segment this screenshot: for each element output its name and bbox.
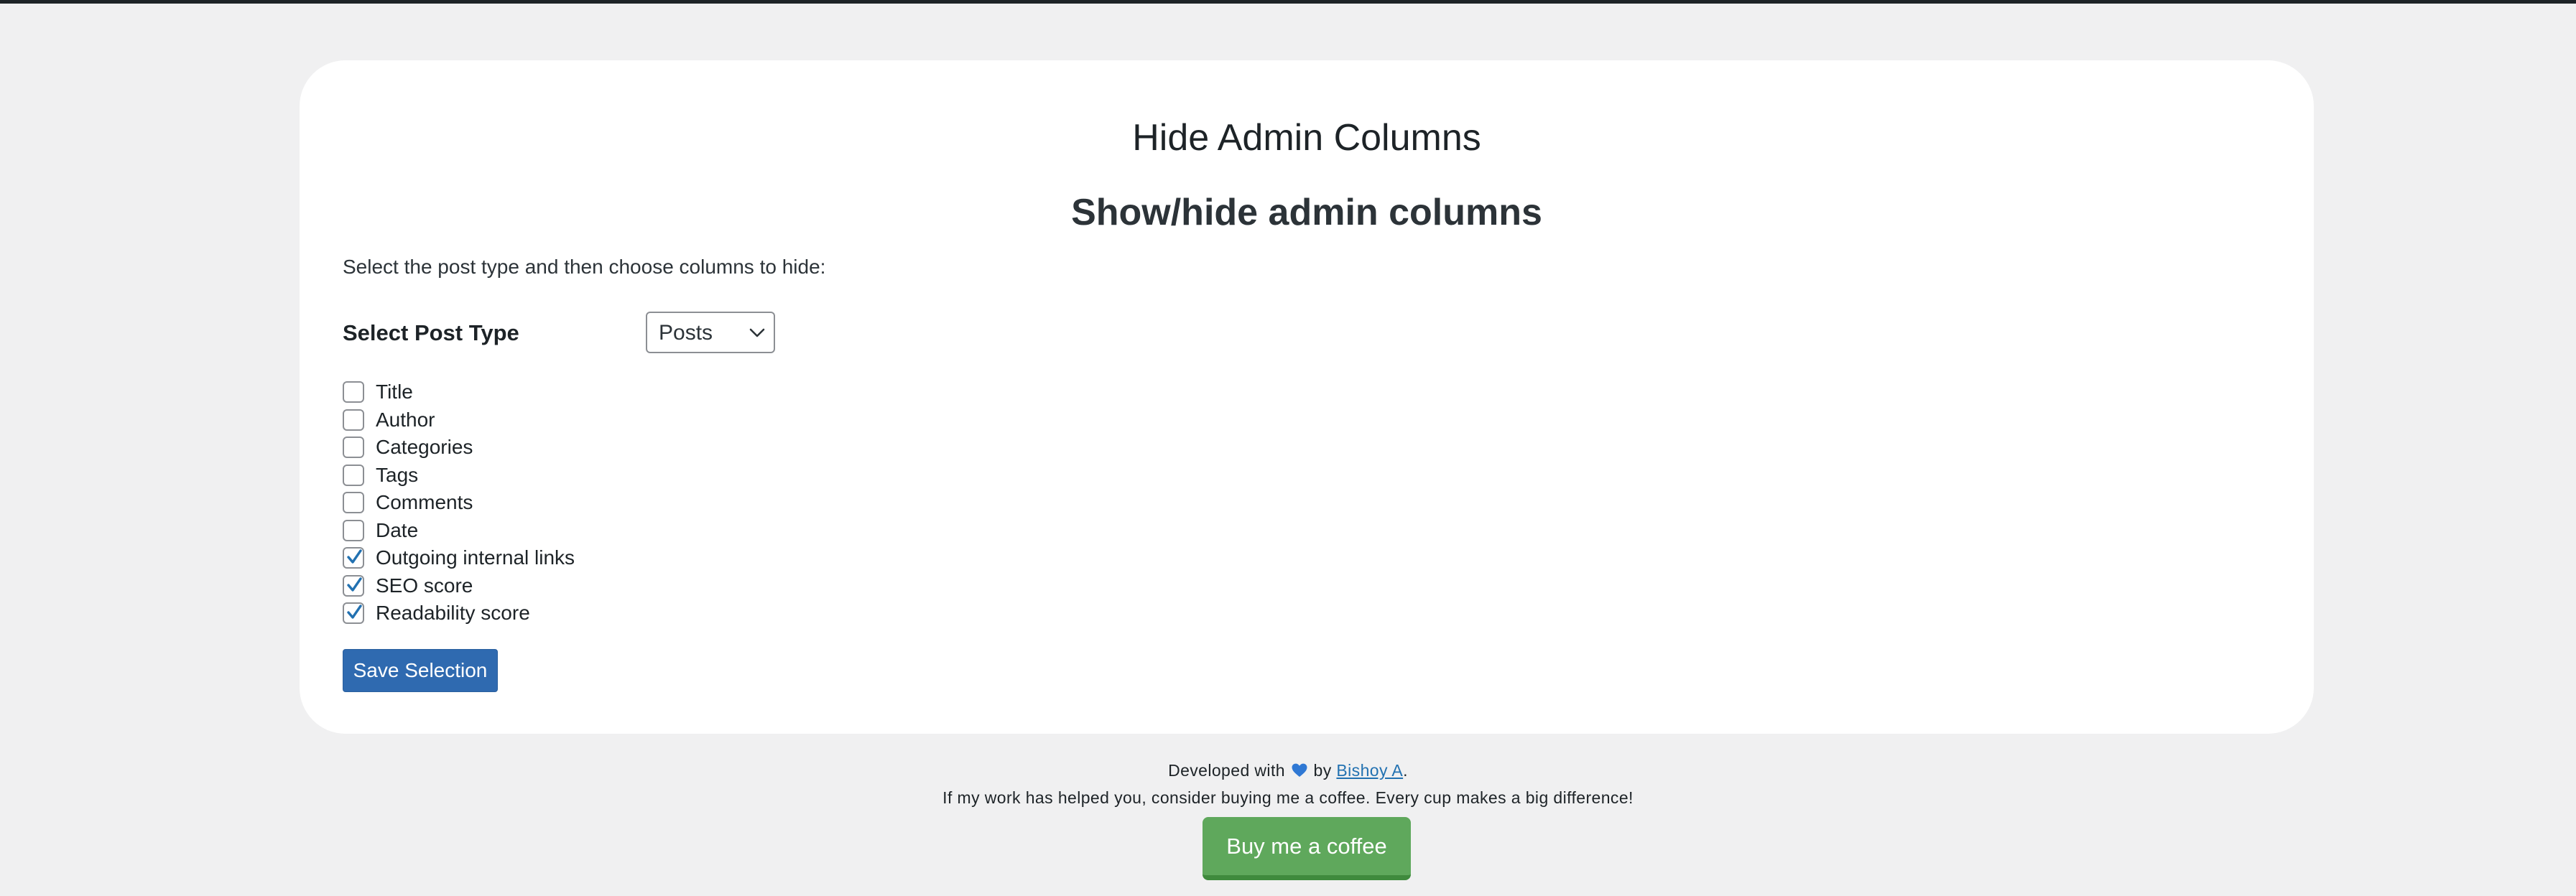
column-checkbox[interactable]: [343, 409, 364, 431]
column-checkbox[interactable]: [343, 574, 364, 597]
footer-developed-text: Developed with: [1168, 761, 1285, 780]
column-label: SEO score: [376, 574, 473, 597]
footer-support-text: If my work has helped you, consider buyi…: [942, 788, 1634, 807]
top-border: [0, 0, 2576, 4]
checkmark-icon: [347, 605, 362, 619]
section-title: Show/hide admin columns: [1071, 192, 1542, 233]
column-checkbox[interactable]: [343, 602, 364, 625]
buy-coffee-button[interactable]: Buy me a coffee: [1203, 817, 1411, 880]
column-label: Outgoing internal links: [376, 546, 575, 569]
column-label: Tags: [376, 463, 419, 486]
footer-credit: Developed with by Bishoy A.: [0, 760, 2576, 781]
column-option[interactable]: Categories: [343, 434, 575, 462]
column-checkbox[interactable]: [343, 381, 364, 403]
heart-icon: [1292, 763, 1307, 777]
column-option[interactable]: Author: [343, 406, 575, 434]
column-option[interactable]: Outgoing internal links: [343, 544, 575, 572]
footer-period: .: [1403, 761, 1408, 780]
column-checkbox[interactable]: [343, 519, 364, 541]
author-link[interactable]: Bishoy A: [1336, 761, 1403, 780]
column-label: Categories: [376, 436, 473, 459]
column-option[interactable]: SEO score: [343, 572, 575, 600]
chevron-down-icon: [749, 328, 765, 337]
column-checkbox[interactable]: [343, 492, 364, 514]
instructions-text: Select the post type and then choose col…: [343, 256, 826, 278]
columns-checklist: Title Author Categories Tags Comments Date Out…: [343, 378, 575, 627]
column-option[interactable]: Date: [343, 517, 575, 545]
column-option[interactable]: Title: [343, 378, 575, 406]
column-option[interactable]: Readability score: [343, 599, 575, 627]
column-label: Date: [376, 518, 419, 541]
column-checkbox[interactable]: [343, 547, 364, 569]
column-option[interactable]: Tags: [343, 462, 575, 490]
column-checkbox[interactable]: [343, 437, 364, 459]
column-checkbox[interactable]: [343, 464, 364, 486]
column-label: Author: [376, 408, 435, 431]
checkmark-icon: [347, 549, 362, 564]
post-type-label: Select Post Type: [343, 320, 519, 345]
checkmark-icon: [347, 577, 362, 592]
column-label: Comments: [376, 491, 473, 514]
save-selection-button[interactable]: Save Selection: [343, 649, 498, 692]
post-type-select[interactable]: Posts: [646, 312, 775, 353]
footer-by-text: by: [1313, 761, 1332, 780]
column-option[interactable]: Comments: [343, 489, 575, 517]
column-label: Title: [376, 381, 413, 403]
post-type-selected-value: Posts: [659, 321, 713, 345]
column-label: Readability score: [376, 602, 530, 625]
settings-card: Hide Admin Columns Show/hide admin colum…: [300, 60, 2314, 734]
app-title: Hide Admin Columns: [1132, 117, 1481, 159]
